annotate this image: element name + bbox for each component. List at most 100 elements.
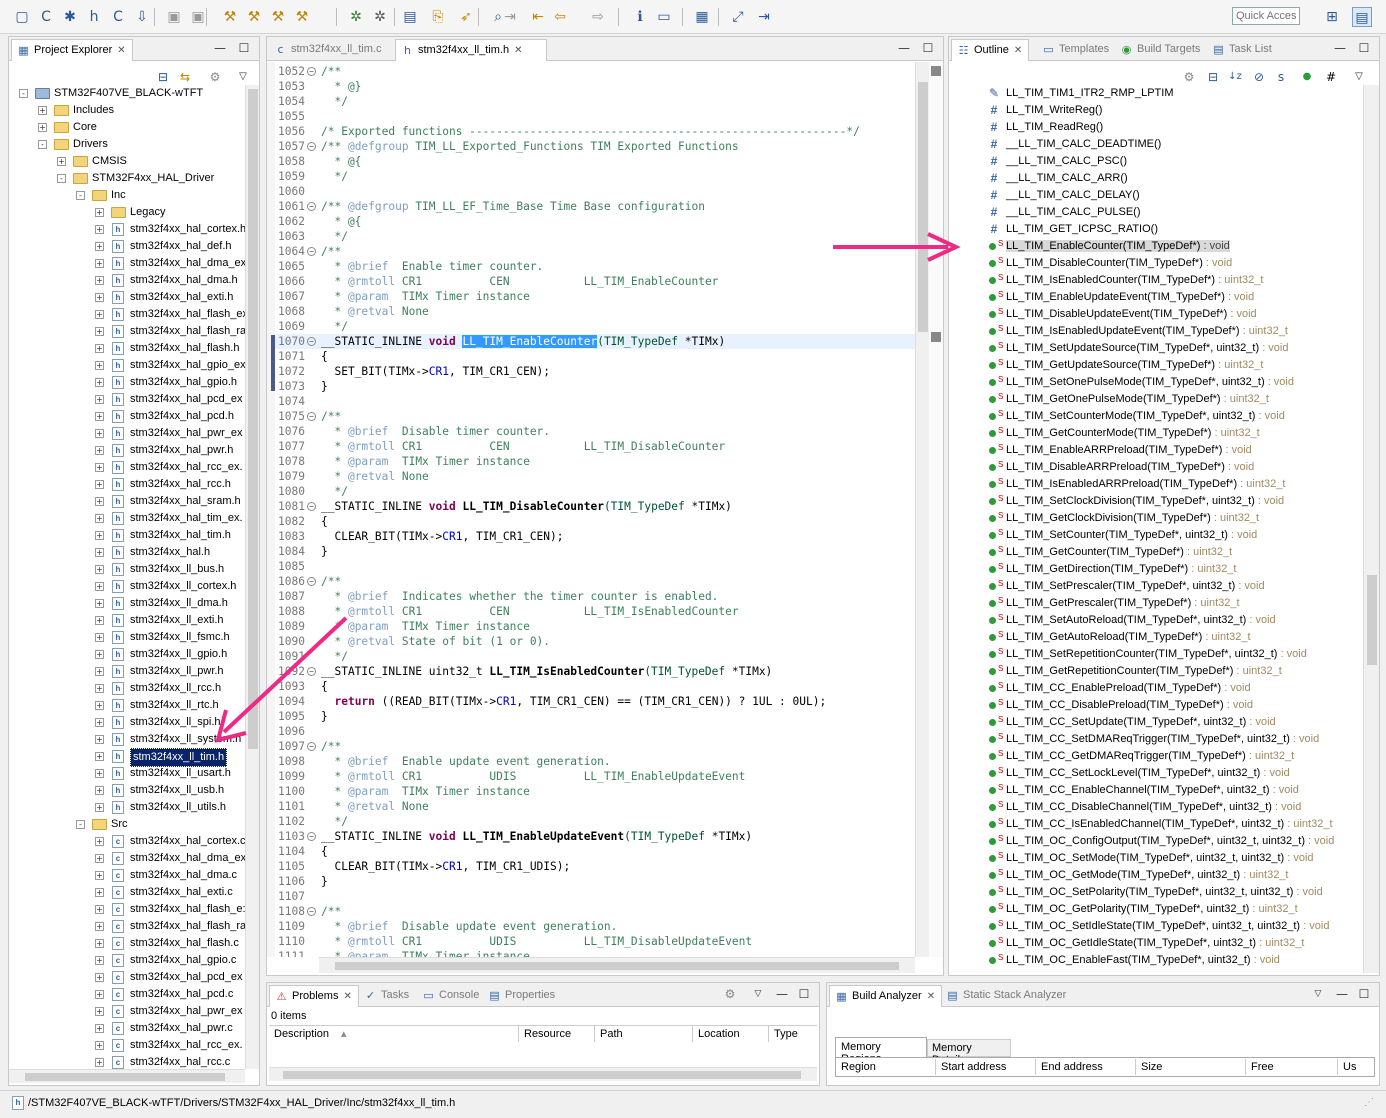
- close-icon[interactable]: ✕: [514, 45, 522, 56]
- expand-icon[interactable]: +: [95, 905, 104, 914]
- expand-icon[interactable]: +: [95, 633, 104, 642]
- maximize-icon[interactable]: ☐: [1357, 987, 1371, 1001]
- tree-file-item[interactable]: + c stm32f4xx_hal_pwr_ex: [9, 1003, 245, 1020]
- col-region[interactable]: Region: [836, 1059, 936, 1075]
- problems-horizontal-scrollbar[interactable]: [269, 1067, 817, 1081]
- expand-icon[interactable]: +: [95, 310, 104, 319]
- tab-build-analyzer[interactable]: ▦ Build Analyzer ✕: [829, 985, 943, 1007]
- tree-file-item[interactable]: + h stm32f4xx_hal_exti.h: [9, 289, 245, 306]
- open-perspective-icon[interactable]: ⊞: [1322, 7, 1342, 27]
- minimize-icon[interactable]: —: [775, 987, 789, 1001]
- outline-macro-item[interactable]: # LL_TIM_ReadReg(): [991, 119, 1104, 136]
- window-icon[interactable]: ▭: [654, 7, 674, 27]
- code-line[interactable]: 1106}: [275, 874, 915, 889]
- code-line[interactable]: 1110 * @rmtoll CR1 UDIS LL_TIM_DisableUp…: [275, 934, 915, 949]
- tree-file-item[interactable]: + h stm32f4xx_hal_pwr_ex: [9, 425, 245, 442]
- tree-file-item[interactable]: + h stm32f4xx_hal_def.h: [9, 238, 245, 255]
- outline-function-item[interactable]: S LL_TIM_GetOnePulseMode(TIM_TypeDef*) : …: [989, 391, 1269, 408]
- info-icon[interactable]: ℹ: [630, 7, 650, 27]
- col-path[interactable]: Path: [595, 1026, 693, 1042]
- outline-vertical-scrollbar[interactable]: [1363, 85, 1379, 973]
- col-size[interactable]: Size: [1136, 1059, 1246, 1075]
- hide-static-icon[interactable]: ꜱ: [1271, 67, 1291, 87]
- tree-file-item[interactable]: + h stm32f4xx_hal_cortex.h: [9, 221, 245, 238]
- fold-icon[interactable]: −: [307, 577, 316, 586]
- tree-file-item[interactable]: + h stm32f4xx_hal_rcc.h: [9, 476, 245, 493]
- code-line[interactable]: 1108−/**: [275, 904, 915, 919]
- tab-project-explorer[interactable]: ▦ Project Explorer ✕: [11, 39, 133, 61]
- outline-function-item[interactable]: S LL_TIM_SetAutoReload(TIM_TypeDef*, uint…: [989, 612, 1276, 629]
- code-line[interactable]: 1089 * @param TIMx Timer instance: [275, 619, 915, 634]
- col-end-address[interactable]: End address: [1036, 1059, 1136, 1075]
- exit-icon[interactable]: ⇥: [754, 7, 774, 27]
- code-line[interactable]: 1103− __STATIC_INLINE void LL_TIM_EnableU…: [275, 829, 915, 844]
- sort-icon[interactable]: ↓z: [1225, 67, 1245, 87]
- outline-function-item[interactable]: S LL_TIM_SetClockDivision(TIM_TypeDef*, u…: [989, 493, 1284, 510]
- tree-vertical-scrollbar[interactable]: [245, 85, 259, 1069]
- tree-file-item[interactable]: + h stm32f4xx_hal_rcc_ex.: [9, 459, 245, 476]
- fold-icon[interactable]: −: [307, 337, 316, 346]
- forward-icon[interactable]: ⇨: [588, 7, 608, 27]
- code-line[interactable]: 1057−/** @defgroup TIM_LL_Exported_Funct…: [275, 139, 915, 154]
- quick-access-input[interactable]: [1232, 7, 1300, 25]
- code-line[interactable]: 1085: [275, 559, 915, 574]
- code-line[interactable]: 1082 {: [275, 514, 915, 529]
- minimize-icon[interactable]: —: [1335, 987, 1349, 1001]
- editor-vertical-scrollbar[interactable]: [915, 62, 929, 957]
- outline-function-item[interactable]: S LL_TIM_OC_SetMode(TIM_TypeDef*, uint32_…: [989, 850, 1314, 867]
- tree-file-item[interactable]: + h stm32f4xx_hal_dma.h: [9, 272, 245, 289]
- maximize-icon[interactable]: ☐: [1357, 41, 1371, 55]
- next-annotation-icon[interactable]: ⇥: [500, 7, 520, 27]
- close-icon[interactable]: ✕: [117, 45, 125, 56]
- code-line[interactable]: 1063 */: [275, 229, 915, 244]
- tree-file-item[interactable]: + c stm32f4xx_hal_dma.c: [9, 867, 245, 884]
- outline-function-item[interactable]: S LL_TIM_EnableCounter(TIM_TypeDef*) : vo…: [989, 238, 1230, 255]
- code-line[interactable]: 1080 */: [275, 484, 915, 499]
- expand-icon[interactable]: +: [95, 871, 104, 880]
- outline-function-item[interactable]: S LL_TIM_SetRepetitionCounter(TIM_TypeDef…: [989, 646, 1307, 663]
- minimize-icon[interactable]: —: [1333, 41, 1347, 55]
- code-line[interactable]: 1096: [275, 724, 915, 739]
- outline-function-item[interactable]: S LL_TIM_GetPrescaler(TIM_TypeDef*) : uin…: [989, 595, 1240, 612]
- expand-icon[interactable]: +: [95, 242, 104, 251]
- filters-icon[interactable]: ⚙: [1179, 67, 1199, 87]
- outline-function-item[interactable]: S LL_TIM_CC_SetDMAReqTrigger(TIM_TypeDef*…: [989, 731, 1319, 748]
- expand-icon[interactable]: +: [95, 616, 104, 625]
- fold-icon[interactable]: −: [307, 202, 316, 211]
- outline-function-item[interactable]: S LL_TIM_OC_SetPolarity(TIM_TypeDef*, uin…: [989, 884, 1323, 901]
- outline-function-item[interactable]: S LL_TIM_CC_SetUpdate(TIM_TypeDef*, uint3…: [989, 714, 1276, 731]
- code-line[interactable]: 1093 {: [275, 679, 915, 694]
- hscroll-thumb[interactable]: [25, 1073, 225, 1081]
- expand-icon[interactable]: +: [95, 837, 104, 846]
- code-line[interactable]: 1069 */: [275, 319, 915, 334]
- tree-file-item[interactable]: + c stm32f4xx_hal_flash_e:: [9, 901, 245, 918]
- code-line[interactable]: 1091 */: [275, 649, 915, 664]
- code-area[interactable]: 1052−/** 1053 * @} 1054 */1055 1056/* Expor…: [275, 62, 915, 957]
- code-line[interactable]: 1105 CLEAR_BIT(TIMx->CR1, TIM_CR1_UDIS);: [275, 859, 915, 874]
- outline-function-item[interactable]: S LL_TIM_EnableUpdateEvent(TIM_TypeDef*) …: [989, 289, 1254, 306]
- outline-function-item[interactable]: S LL_TIM_SetPrescaler(TIM_TypeDef*, uint3…: [989, 578, 1265, 595]
- tree-file-item[interactable]: + h stm32f4xx_ll_bus.h: [9, 561, 245, 578]
- outline-macro-item[interactable]: # __LL_TIM_CALC_DELAY(): [991, 187, 1140, 204]
- tree-folder-item[interactable]: - STM32F4xx_HAL_Driver: [9, 170, 245, 187]
- outline-macro-item[interactable]: # LL_TIM_GET_ICPSC_RATIO(): [991, 221, 1158, 238]
- code-line[interactable]: 1064−/**: [275, 244, 915, 259]
- outline-function-item[interactable]: S LL_TIM_GetDirection(TIM_TypeDef*) : uin…: [989, 561, 1237, 578]
- tree-file-item[interactable]: + h stm32f4xx_ll_tim.h: [9, 748, 245, 767]
- code-line[interactable]: 1077 * @rmtoll CR1 CEN LL_TIM_DisableCou…: [275, 439, 915, 454]
- code-line[interactable]: 1068 * @retval None: [275, 304, 915, 319]
- expand-icon[interactable]: +: [95, 922, 104, 931]
- code-line[interactable]: 1073}: [275, 379, 915, 394]
- code-line[interactable]: 1076 * @brief Disable timer counter.: [275, 424, 915, 439]
- tab-ll-tim-c[interactable]: c stm32f4xx_ll_tim.c: [269, 39, 393, 61]
- tree-folder-item[interactable]: - Inc: [9, 187, 245, 204]
- expand-icon[interactable]: +: [95, 684, 104, 693]
- code-line[interactable]: 1053 * @}: [275, 79, 915, 94]
- outline-function-item[interactable]: S LL_TIM_CC_IsEnabledChannel(TIM_TypeDef*…: [989, 816, 1333, 833]
- scrollbar-thumb[interactable]: [1367, 575, 1377, 665]
- tree-file-item[interactable]: + h stm32f4xx_ll_usart.h: [9, 765, 245, 782]
- tab-templates[interactable]: ▭ Templates: [1037, 39, 1115, 61]
- outline-function-item[interactable]: S LL_TIM_OC_GetMode(TIM_TypeDef*, uint32_…: [989, 867, 1289, 884]
- code-line[interactable]: 1086−/**: [275, 574, 915, 589]
- collapse-all-icon[interactable]: ⊟: [153, 67, 173, 87]
